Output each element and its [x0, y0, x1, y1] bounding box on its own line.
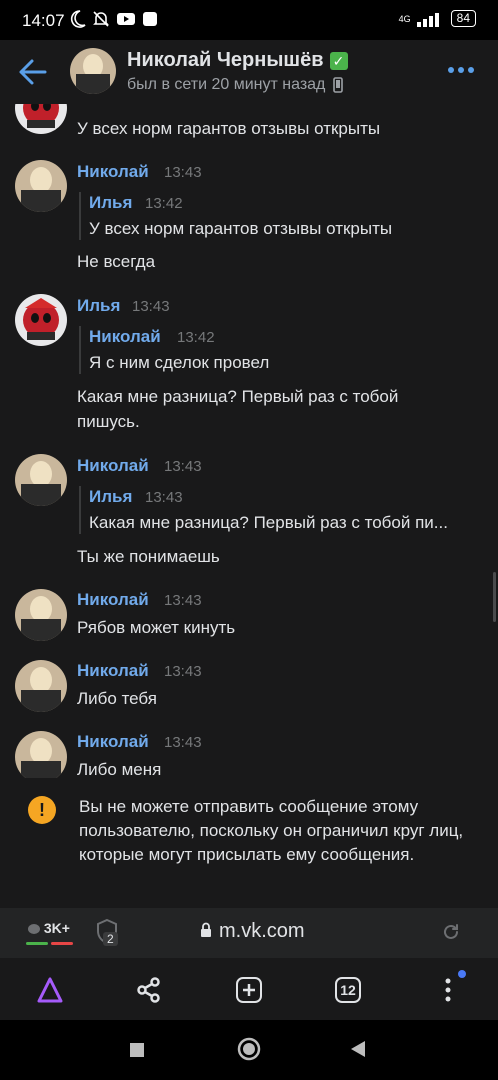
more-dots-icon[interactable]	[448, 62, 480, 78]
quote-bar	[79, 486, 81, 534]
recent-apps-icon[interactable]	[129, 1042, 145, 1058]
message-text-line2: пишусь.	[77, 412, 140, 431]
quote-author[interactable]: Илья	[89, 487, 132, 507]
alice-icon	[37, 977, 63, 1003]
status-time: 14:07	[22, 11, 65, 30]
network-label: 4G	[398, 13, 411, 24]
contact-status: был в сети 20 минут назад	[127, 76, 344, 94]
avatar-nikolay[interactable]	[15, 731, 67, 778]
moon-icon	[70, 10, 86, 28]
comments-badge[interactable]: 3K+	[28, 920, 70, 936]
message-author[interactable]: Николай	[77, 661, 149, 681]
share-icon	[137, 977, 160, 1003]
comments-badge-text: 3K+	[43, 920, 70, 936]
message-text: Рябов может кинуть	[77, 618, 236, 637]
message-time: 13:43	[164, 458, 202, 475]
quote-author[interactable]: Илья	[89, 193, 132, 213]
notice-text: Вы не можете отправить сообщение этому п…	[79, 797, 464, 864]
avatar-ilya[interactable]	[15, 294, 67, 346]
tabs-button[interactable]: 12	[330, 972, 366, 1008]
quote-text[interactable]: Какая мне разница? Первый раз с тобой пи…	[89, 513, 485, 533]
quote-bar	[79, 326, 81, 374]
message-time: 13:43	[164, 592, 202, 609]
status-right: 4G 84	[399, 10, 476, 27]
warning-icon: !	[28, 796, 56, 824]
quote-time: 13:43	[145, 489, 183, 506]
header-avatar[interactable]	[70, 48, 116, 94]
battery-indicator: 84	[450, 10, 476, 27]
quote-author[interactable]: Николай	[89, 327, 161, 347]
message-time: 13:43	[164, 164, 202, 181]
plus-icon	[236, 977, 262, 1003]
message-author[interactable]: Николай	[77, 456, 149, 476]
url-field[interactable]: m.vk.com	[219, 920, 305, 943]
back-nav-icon[interactable]	[350, 1040, 366, 1058]
status-icons	[70, 10, 158, 28]
bell-off-icon	[93, 11, 109, 27]
app-icon	[143, 12, 157, 26]
comment-icon	[28, 924, 40, 935]
quote-text[interactable]: Я с ним сделок провел	[89, 353, 479, 373]
message-author[interactable]: Илья	[77, 296, 120, 316]
avatar-nikolay[interactable]	[15, 660, 67, 712]
share-button[interactable]	[131, 972, 167, 1008]
signal-icon	[416, 12, 439, 27]
message-author[interactable]: Николай	[77, 590, 149, 610]
message-text: Ты же понимаешь	[77, 547, 220, 566]
tabs-count: 12	[335, 977, 361, 1003]
lock-icon	[201, 922, 211, 937]
arrow-left-icon[interactable]	[18, 58, 48, 86]
message-text: Либо тебя	[77, 689, 157, 708]
message-text-line1: Какая мне разница? Первый раз с тобой	[77, 387, 399, 406]
avatar-nikolay[interactable]	[15, 454, 67, 506]
vertical-dots-icon	[445, 978, 451, 1002]
avatar-ilya[interactable]	[15, 104, 67, 134]
verified-icon: ✓	[329, 51, 348, 70]
contact-name[interactable]: Николай Чернышёв ✓	[127, 49, 348, 72]
avatar-nikolay[interactable]	[15, 589, 67, 641]
scrollbar-thumb[interactable]	[493, 572, 496, 622]
message-time: 13:43	[164, 663, 202, 680]
message-text: У всех норм гарантов отзывы открыты	[77, 119, 381, 138]
youtube-icon	[117, 13, 135, 25]
shield-count: 2	[103, 932, 118, 946]
message-author[interactable]: Николай	[77, 162, 149, 182]
contact-name-text: Николай Чернышёв	[127, 49, 324, 71]
notification-dot	[458, 970, 466, 978]
home-icon[interactable]	[237, 1037, 261, 1061]
message-text: Либо меня	[77, 760, 162, 778]
message-list: У всех норм гарантов отзывы открыты Нико…	[0, 104, 498, 778]
quote-time: 13:42	[145, 195, 183, 212]
alice-button[interactable]	[32, 972, 68, 1008]
avatar-nikolay[interactable]	[15, 160, 67, 212]
mobile-icon	[333, 77, 344, 93]
quote-time: 13:42	[177, 329, 215, 346]
message-author[interactable]: Николай	[77, 732, 149, 752]
message-text: Не всегда	[77, 252, 156, 271]
message-time: 13:43	[164, 734, 202, 751]
message-time: 13:43	[132, 298, 170, 315]
rating-bars	[26, 942, 73, 945]
quote-text[interactable]: У всех норм гарантов отзывы открыты	[89, 219, 479, 239]
quote-bar	[79, 192, 81, 240]
new-tab-button[interactable]	[231, 972, 267, 1008]
contact-status-text: был в сети 20 минут назад	[127, 76, 326, 93]
reload-icon[interactable]	[441, 922, 461, 942]
